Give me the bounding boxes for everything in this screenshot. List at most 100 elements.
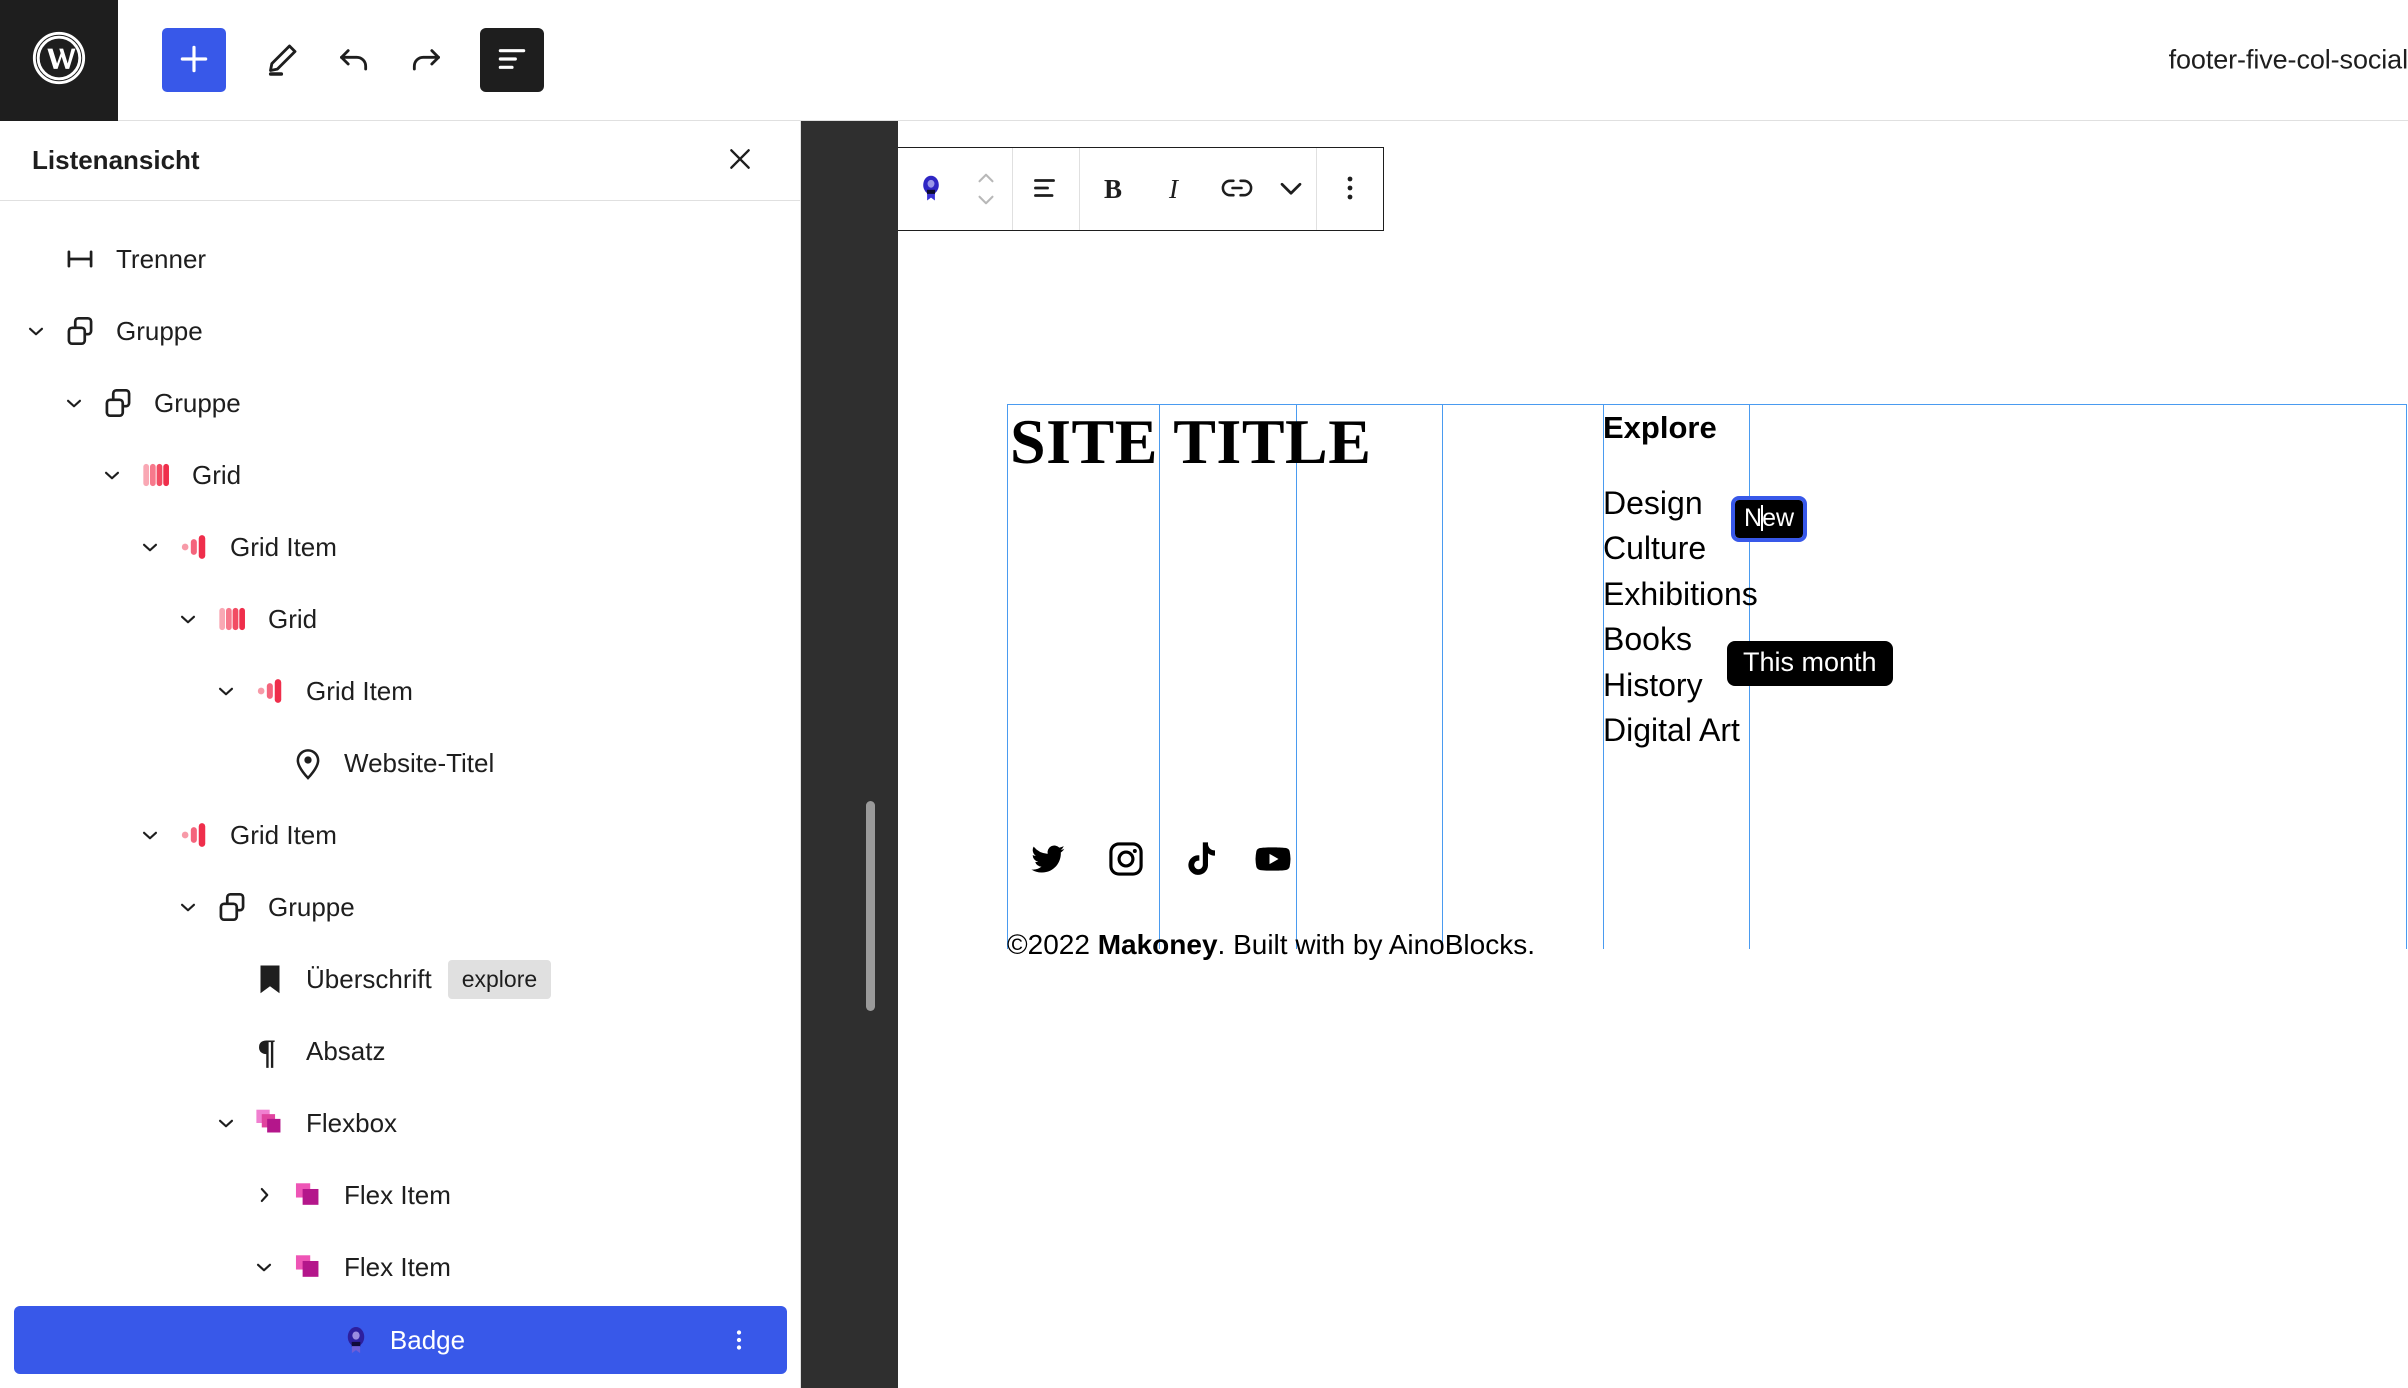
link-button[interactable] [1206,148,1268,230]
list-view-title: Listenansicht [32,145,200,175]
tiktok-icon[interactable] [1164,839,1238,879]
panel-scrollbar[interactable] [866,801,875,1011]
align-group [1013,148,1080,230]
instagram-icon[interactable] [1087,839,1164,879]
list-view-item-label: Gruppe [268,891,355,922]
list-view-item-gruppe[interactable]: Gruppe [0,367,800,439]
flex-item-icon [286,1245,330,1289]
list-view-selected-item-badge[interactable]: Badge [14,1306,787,1374]
selected-item-label: Badge [389,1324,466,1355]
chevron-down-icon[interactable] [973,189,999,211]
link-icon [1219,170,1255,209]
social-links-row [1009,839,1308,879]
list-view-item-absatz[interactable]: ¶ Absatz [0,1015,800,1087]
italic-button[interactable]: I [1144,148,1206,230]
redo-button[interactable] [390,24,462,96]
group-icon [210,885,254,929]
badge-award-icon [336,1320,376,1360]
chevron-right-icon[interactable] [242,1173,286,1217]
undo-button[interactable] [318,24,390,96]
list-view-button[interactable] [480,28,544,92]
footer-block-grid: SITE TITLE Explore Design Culture Exhibiti… [1007,404,2407,960]
add-block-button[interactable] [162,28,226,92]
chevron-down-icon[interactable] [128,813,172,857]
grid-icon [210,597,254,641]
more-rich-text-button[interactable] [1268,148,1314,230]
block-tree: Trenner Gruppe Gruppe Grid Grid Item Grid Grid… [0,201,800,1303]
svg-text:B: B [1104,173,1122,203]
block-type-button[interactable] [900,148,962,230]
align-button[interactable] [1015,148,1077,230]
list-view-item-flexbox[interactable]: Flexbox [0,1087,800,1159]
copyright-paragraph[interactable]: ©2022 Makoney. Built with by AinoBlocks. [1007,929,1535,961]
svg-text:¶: ¶ [257,1033,276,1070]
list-view-item-trenner[interactable]: Trenner [0,223,800,295]
pencil-icon [262,39,302,82]
list-view-item-gruppe[interactable]: Gruppe [0,871,800,943]
chevron-down-icon[interactable] [90,453,134,497]
chevron-down-icon[interactable] [166,885,210,929]
editor-header-bar: footer-five-col-social [0,0,2408,121]
twitter-icon[interactable] [1009,839,1087,879]
bold-button[interactable]: B [1082,148,1144,230]
site-editor-canvas: B I SITE TITLE Explore Design Culture Ex… [898,121,2408,1388]
chevron-down-icon[interactable] [128,525,172,569]
close-icon [724,143,756,178]
explore-heading[interactable]: Explore [1603,412,1749,443]
list-view-header: Listenansicht [0,121,800,201]
nav-link-exhibitions[interactable]: Exhibitions [1603,572,1758,617]
flexbox-icon [248,1101,292,1145]
block-movers[interactable] [962,148,1010,230]
chevron-down-icon[interactable] [52,381,96,425]
grid-item-icon [172,525,216,569]
list-view-item-label: Grid Item [230,531,337,562]
badge-new[interactable]: New [1730,496,1808,542]
nav-link-digital-art[interactable]: Digital Art [1603,708,1749,753]
chevron-up-icon[interactable] [973,167,999,189]
group-icon [96,381,140,425]
list-view-item-label: Absatz [306,1035,386,1066]
rich-text-group: B I [1080,148,1317,230]
close-button[interactable] [714,135,766,187]
list-view-item-label: Gruppe [116,315,203,346]
nav-link-design[interactable]: Design [1603,481,1749,526]
block-options-button[interactable] [1319,148,1381,230]
nav-link-culture[interactable]: Culture [1603,526,1749,571]
flex-item-icon [286,1173,330,1217]
chevron-down-icon [204,1029,248,1073]
more-vertical-icon[interactable] [719,1320,759,1360]
wordpress-logo-button[interactable] [0,0,118,121]
chevron-down-icon[interactable] [204,669,248,713]
list-view-item-grid-item[interactable]: Grid Item [0,655,800,727]
edit-tool-button[interactable] [246,24,318,96]
paragraph-icon: ¶ [248,1029,292,1073]
list-view-item-grid-item[interactable]: Grid Item [0,511,800,583]
list-view-item-grid-item[interactable]: Grid Item [0,799,800,871]
list-view-item-grid[interactable]: Grid [0,583,800,655]
chevron-down-icon[interactable] [166,597,210,641]
list-view-item-flex-item[interactable]: Flex Item [0,1159,800,1231]
site-title-block[interactable]: SITE TITLE [1010,410,1371,474]
template-title: footer-five-col-social [2168,44,2408,75]
list-view-item-label: Trenner [116,243,207,274]
chevron-down-icon [242,741,286,785]
chevron-down-icon[interactable] [204,1101,248,1145]
list-view-item-label: Website-Titel [344,747,495,778]
list-view-item-tag: explore [447,959,552,999]
chevron-down-icon[interactable] [242,1245,286,1289]
list-view-item-flex-item[interactable]: Flex Item [0,1231,800,1303]
plus-icon [174,39,214,82]
badge-this-month[interactable]: This month [1727,641,1893,686]
grid-icon [134,453,178,497]
chevron-down-icon [1273,170,1309,209]
editor-canvas-area: B I SITE TITLE Explore Design Culture Ex… [801,121,2408,1388]
chevron-down-icon[interactable] [14,309,58,353]
list-view-item--berschrift[interactable]: Überschrift explore [0,943,800,1015]
list-view-item-grid[interactable]: Grid [0,439,800,511]
youtube-icon[interactable] [1238,839,1308,879]
list-view-item-website-titel[interactable]: Website-Titel [0,727,800,799]
list-view-item-label: Überschrift [306,963,432,994]
more-vertical-icon [1332,170,1368,209]
list-view-item-gruppe[interactable]: Gruppe [0,295,800,367]
list-view-item-label: Grid Item [230,819,337,850]
